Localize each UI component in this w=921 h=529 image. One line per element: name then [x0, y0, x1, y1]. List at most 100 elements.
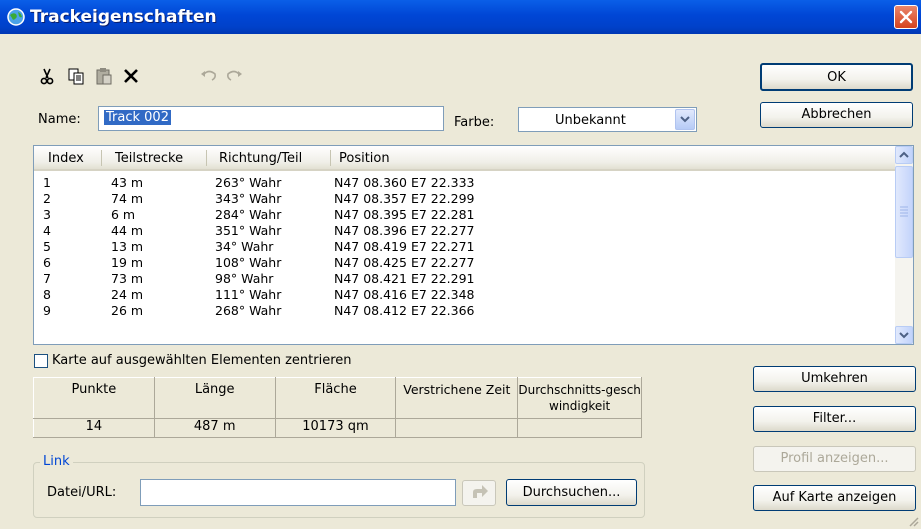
cell-segment: 43 m [111, 175, 144, 190]
ok-button[interactable]: OK [760, 63, 913, 91]
table-row[interactable]: 2 74 m 343° Wahr N47 08.357 E7 22.299 [34, 191, 894, 207]
cell-position: N47 08.395 E7 22.281 [334, 207, 475, 222]
table-row[interactable]: 5 13 m 34° Wahr N47 08.419 E7 22.271 [34, 239, 894, 255]
show-on-map-button-label: Auf Karte anzeigen [772, 490, 897, 505]
paste-icon[interactable] [94, 66, 114, 86]
cell-direction: 284° Wahr [215, 207, 282, 222]
chevron-down-icon [680, 116, 690, 123]
resize-grip-icon[interactable] [907, 515, 919, 527]
color-dropdown-button[interactable] [675, 109, 695, 130]
stats-value-points: 14 [33, 418, 155, 438]
delete-icon[interactable] [121, 66, 141, 86]
title-bar[interactable]: Trackeigenschaften [0, 0, 921, 34]
go-button[interactable] [462, 480, 496, 506]
close-button[interactable] [894, 5, 918, 29]
cell-segment: 44 m [111, 223, 144, 238]
column-header-direction[interactable]: Richtung/Teil [219, 151, 302, 166]
window-title: Trackeigenschaften [30, 7, 217, 27]
stats-value-avg-speed [517, 418, 642, 438]
stats-header-points: Punkte [33, 377, 155, 419]
table-row[interactable]: 6 19 m 108° Wahr N47 08.425 E7 22.277 [34, 255, 894, 271]
color-select[interactable]: Unbekannt [518, 107, 697, 132]
cell-position: N47 08.425 E7 22.277 [334, 255, 475, 270]
column-header-segment[interactable]: Teilstrecke [115, 151, 183, 166]
table-row[interactable]: 4 44 m 351° Wahr N47 08.396 E7 22.277 [34, 223, 894, 239]
table-row[interactable]: 9 26 m 268° Wahr N47 08.412 E7 22.366 [34, 303, 894, 319]
cell-segment: 74 m [111, 191, 144, 206]
cell-position: N47 08.360 E7 22.333 [334, 175, 475, 190]
track-points-list[interactable]: Index Teilstrecke Richtung/Teil Position… [33, 145, 914, 345]
filter-button[interactable]: Filter... [753, 406, 916, 432]
browse-button-label: Durchsuchen... [522, 485, 621, 500]
link-group-legend: Link [40, 454, 73, 469]
ok-button-label: OK [827, 70, 846, 85]
cell-direction: 351° Wahr [215, 223, 282, 238]
cell-segment: 26 m [111, 303, 144, 318]
cell-direction: 34° Wahr [215, 239, 274, 254]
arrow-right-icon [473, 485, 488, 498]
color-select-value: Unbekannt [555, 113, 626, 128]
cancel-button[interactable]: Abbrechen [760, 102, 913, 128]
cell-index: 8 [43, 287, 51, 302]
cell-segment: 6 m [111, 207, 136, 222]
cell-position: N47 08.396 E7 22.277 [334, 223, 475, 238]
profile-button[interactable]: Profil anzeigen... [753, 446, 916, 472]
stats-header-area: Fläche [274, 377, 397, 419]
table-row[interactable]: 8 24 m 111° Wahr N47 08.416 E7 22.348 [34, 287, 894, 303]
stats-value-elapsed [395, 418, 519, 438]
scroll-thumb[interactable] [895, 166, 913, 258]
cell-direction: 108° Wahr [215, 255, 282, 270]
cell-position: N47 08.357 E7 22.299 [334, 191, 475, 206]
scroll-down-button[interactable] [895, 326, 913, 344]
cell-direction: 263° Wahr [215, 175, 282, 190]
scroll-up-button[interactable] [895, 146, 913, 164]
stats-header-avg-speed: Durchschnitts-geschwindigkeit [517, 377, 642, 419]
center-map-checkbox-label[interactable]: Karte auf ausgewählten Elementen zentrie… [52, 353, 352, 368]
link-label: Datei/URL: [47, 485, 117, 500]
chevron-up-icon [899, 151, 909, 158]
cell-index: 7 [43, 271, 51, 286]
name-input-value: Track 002 [104, 110, 171, 125]
cell-position: N47 08.421 E7 22.291 [334, 271, 475, 286]
link-input[interactable] [140, 479, 456, 506]
stats-value-length: 487 m [153, 418, 276, 438]
cell-index: 9 [43, 303, 51, 318]
cell-position: N47 08.416 E7 22.348 [334, 287, 475, 302]
cell-position: N47 08.419 E7 22.271 [334, 239, 475, 254]
stats-header-elapsed: Verstrichene Zeit [395, 377, 519, 419]
list-scrollbar[interactable] [895, 146, 913, 344]
cell-position: N47 08.412 E7 22.366 [334, 303, 475, 318]
globe-icon [7, 8, 25, 26]
copy-icon[interactable] [66, 66, 86, 86]
color-label: Farbe: [454, 115, 495, 130]
column-header-position[interactable]: Position [339, 151, 390, 166]
undo-icon[interactable] [199, 66, 219, 86]
reverse-button[interactable]: Umkehren [753, 366, 916, 392]
stats-table: Punkte Länge Fläche Verstrichene Zeit Du… [33, 377, 642, 438]
profile-button-label: Profil anzeigen... [780, 451, 889, 466]
browse-button[interactable]: Durchsuchen... [506, 479, 637, 506]
cell-direction: 98° Wahr [215, 271, 274, 286]
cell-segment: 13 m [111, 239, 144, 254]
cell-index: 2 [43, 191, 51, 206]
center-map-checkbox[interactable] [34, 354, 48, 368]
table-row[interactable]: 1 43 m 263° Wahr N47 08.360 E7 22.333 [34, 175, 894, 191]
cell-segment: 19 m [111, 255, 144, 270]
reverse-button-label: Umkehren [801, 371, 868, 386]
column-header-index[interactable]: Index [48, 151, 84, 166]
cell-direction: 268° Wahr [215, 303, 282, 318]
table-row[interactable]: 7 73 m 98° Wahr N47 08.421 E7 22.291 [34, 271, 894, 287]
show-on-map-button[interactable]: Auf Karte anzeigen [753, 485, 916, 511]
name-input[interactable]: Track 002 [98, 106, 444, 131]
cut-icon[interactable] [37, 66, 57, 86]
grip-icon [900, 206, 908, 217]
table-row[interactable]: 3 6 m 284° Wahr N47 08.395 E7 22.281 [34, 207, 894, 223]
chevron-down-icon [899, 332, 909, 339]
cell-segment: 24 m [111, 287, 144, 302]
redo-icon[interactable] [224, 66, 244, 86]
close-icon [899, 10, 913, 24]
cell-index: 5 [43, 239, 51, 254]
cell-direction: 343° Wahr [215, 191, 282, 206]
cell-index: 3 [43, 207, 51, 222]
filter-button-label: Filter... [812, 411, 857, 426]
